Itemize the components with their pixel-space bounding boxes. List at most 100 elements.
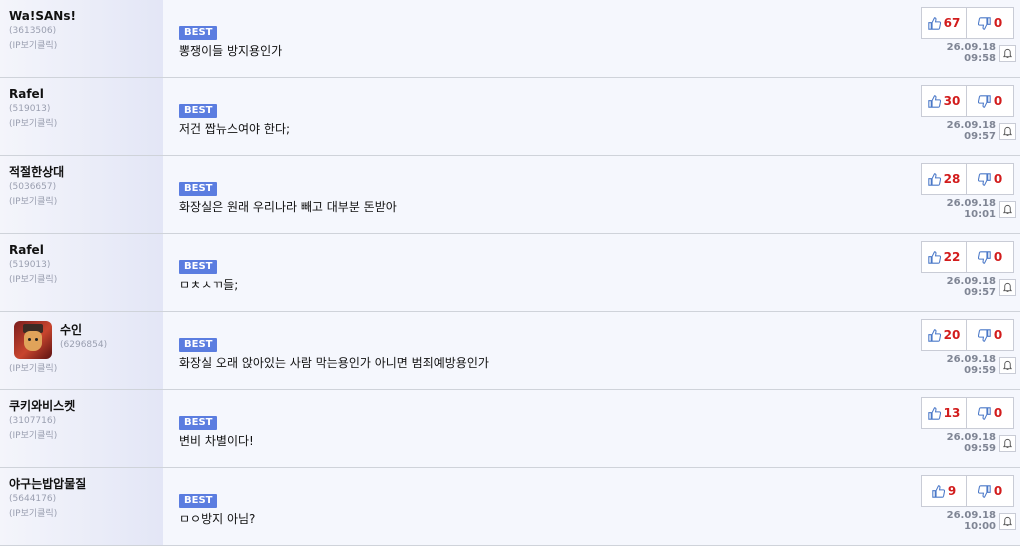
comment-author: 수인 (6296854) (IP보기클릭) — [0, 312, 163, 389]
best-badge: BEST — [179, 104, 218, 118]
thumbs-up-icon — [927, 172, 941, 186]
author-id: (3613506) — [9, 26, 57, 36]
downvote-count: 0 — [993, 406, 1003, 420]
upvote-count: 9 — [947, 484, 957, 498]
downvote-button[interactable]: 0 — [967, 319, 1014, 351]
comment-text: 변비 차별이다! — [179, 434, 254, 448]
downvote-count: 0 — [993, 484, 1003, 498]
author-nickname[interactable]: 적절한상대 — [9, 164, 163, 180]
downvote-count: 0 — [993, 94, 1003, 108]
downvote-button[interactable]: 0 — [967, 7, 1014, 39]
thumbs-up-icon — [927, 328, 941, 342]
best-badge: BEST — [179, 260, 218, 274]
comment-timestamp: 26.09.18 09:59 — [946, 432, 996, 454]
comment-body: BEST ㅁㅊㅅㄲ들; — [163, 234, 920, 311]
author-nickname[interactable]: 야구는밥압물질 — [9, 476, 163, 492]
downvote-button[interactable]: 0 — [967, 241, 1014, 273]
comment-row: 적절한상대 (5036657) (IP보기클릭) BEST 화장실은 원래 우리… — [0, 156, 1020, 234]
ip-view-link[interactable]: (IP보기클릭) — [9, 362, 163, 377]
best-badge: BEST — [179, 494, 218, 508]
ip-view-link[interactable]: (IP보기클릭) — [9, 429, 163, 444]
report-button[interactable] — [999, 44, 1016, 62]
comment-text: ㅁㅇ방지 아님? — [179, 512, 256, 526]
upvote-count: 22 — [943, 250, 961, 264]
best-badge: BEST — [179, 416, 218, 430]
ip-view-link[interactable]: (IP보기클릭) — [9, 117, 163, 132]
ip-view-link[interactable]: (IP보기클릭) — [9, 39, 163, 54]
bell-icon — [1002, 126, 1013, 136]
downvote-count: 0 — [993, 328, 1003, 342]
comment-author: 쿠키와비스켓 (3107716) (IP보기클릭) — [0, 390, 163, 467]
downvote-button[interactable]: 0 — [967, 85, 1014, 117]
comment-row: Rafel (519013) (IP보기클릭) BEST 저건 짭뉴스여야 한다… — [0, 78, 1020, 156]
bell-icon — [1002, 48, 1013, 58]
best-badge: BEST — [179, 182, 218, 196]
upvote-button[interactable]: 13 — [921, 397, 967, 429]
comment-actions: 20 0 26.09.18 09:59 — [920, 312, 1020, 389]
comment-text: 뽕쟁이들 방지용인가 — [179, 44, 283, 58]
report-button[interactable] — [999, 356, 1016, 374]
comment-body: BEST 화장실 오래 앉아있는 사람 막는용인가 아니면 범죄예방용인가 — [163, 312, 920, 389]
thumbs-up-icon — [927, 94, 941, 108]
comment-author: 적절한상대 (5036657) (IP보기클릭) — [0, 156, 163, 233]
report-button[interactable] — [999, 122, 1016, 140]
report-button[interactable] — [999, 434, 1016, 452]
thumbs-down-icon — [977, 16, 991, 30]
report-button[interactable] — [999, 200, 1016, 218]
comment-author: Rafel (519013) (IP보기클릭) — [0, 234, 163, 311]
comment-row: Wa!SANs! (3613506) (IP보기클릭) BEST 뽕쟁이들 방지… — [0, 0, 1020, 78]
author-nickname[interactable]: Wa!SANs! — [9, 8, 163, 24]
comment-timestamp: 26.09.18 10:01 — [946, 198, 996, 220]
upvote-button[interactable]: 22 — [921, 241, 967, 273]
comment-row: 쿠키와비스켓 (3107716) (IP보기클릭) BEST 변비 차별이다! … — [0, 390, 1020, 468]
upvote-count: 67 — [943, 16, 961, 30]
comment-timestamp: 26.09.18 09:57 — [946, 120, 996, 142]
author-id: (5036657) — [9, 182, 57, 192]
report-button[interactable] — [999, 512, 1016, 530]
author-nickname[interactable]: Rafel — [9, 242, 163, 258]
thumbs-up-icon — [932, 484, 945, 498]
comment-row: Rafel (519013) (IP보기클릭) BEST ㅁㅊㅅㄲ들; 22 0… — [0, 234, 1020, 312]
author-nickname[interactable]: 쿠키와비스켓 — [9, 398, 163, 414]
downvote-button[interactable]: 0 — [967, 163, 1014, 195]
upvote-button[interactable]: 20 — [921, 319, 967, 351]
comment-timestamp: 26.09.18 09:57 — [946, 276, 996, 298]
thumbs-up-icon — [927, 250, 941, 264]
upvote-button[interactable]: 67 — [921, 7, 967, 39]
comment-actions: 9 0 26.09.18 10:00 — [920, 468, 1020, 545]
downvote-count: 0 — [993, 172, 1003, 186]
thumbs-down-icon — [977, 172, 991, 186]
thumbs-down-icon — [977, 328, 991, 342]
upvote-button[interactable]: 28 — [921, 163, 967, 195]
ip-view-link[interactable]: (IP보기클릭) — [9, 195, 163, 210]
thumbs-up-icon — [927, 406, 941, 420]
author-id: (3107716) — [9, 416, 57, 426]
upvote-button[interactable]: 9 — [921, 475, 967, 507]
bell-icon — [1002, 282, 1013, 292]
downvote-button[interactable]: 0 — [967, 475, 1014, 507]
upvote-button[interactable]: 30 — [921, 85, 967, 117]
ip-view-link[interactable]: (IP보기클릭) — [9, 507, 163, 522]
bell-icon — [1002, 360, 1013, 370]
comment-body: BEST 뽕쟁이들 방지용인가 — [163, 0, 920, 77]
author-nickname[interactable]: Rafel — [9, 86, 163, 102]
ip-view-link[interactable]: (IP보기클릭) — [9, 273, 163, 288]
best-badge: BEST — [179, 338, 218, 352]
comment-text: 저건 짭뉴스여야 한다; — [179, 122, 291, 136]
comment-row: 수인 (6296854) (IP보기클릭) BEST 화장실 오래 앉아있는 사… — [0, 312, 1020, 390]
upvote-count: 20 — [943, 328, 961, 342]
comment-actions: 30 0 26.09.18 09:57 — [920, 78, 1020, 155]
comment-text: 화장실은 원래 우리나라 빼고 대부분 돈받아 — [179, 200, 397, 214]
comment-author: 야구는밥압물질 (5644176) (IP보기클릭) — [0, 468, 163, 545]
bell-icon — [1002, 438, 1013, 448]
author-id: (519013) — [9, 260, 51, 270]
downvote-button[interactable]: 0 — [967, 397, 1014, 429]
bell-icon — [1002, 516, 1013, 526]
author-nickname[interactable]: 수인 — [60, 322, 107, 338]
user-avatar[interactable] — [14, 321, 52, 359]
comment-author: Rafel (519013) (IP보기클릭) — [0, 78, 163, 155]
downvote-count: 0 — [993, 250, 1003, 264]
bell-icon — [1002, 204, 1013, 214]
report-button[interactable] — [999, 278, 1016, 296]
comment-actions: 22 0 26.09.18 09:57 — [920, 234, 1020, 311]
